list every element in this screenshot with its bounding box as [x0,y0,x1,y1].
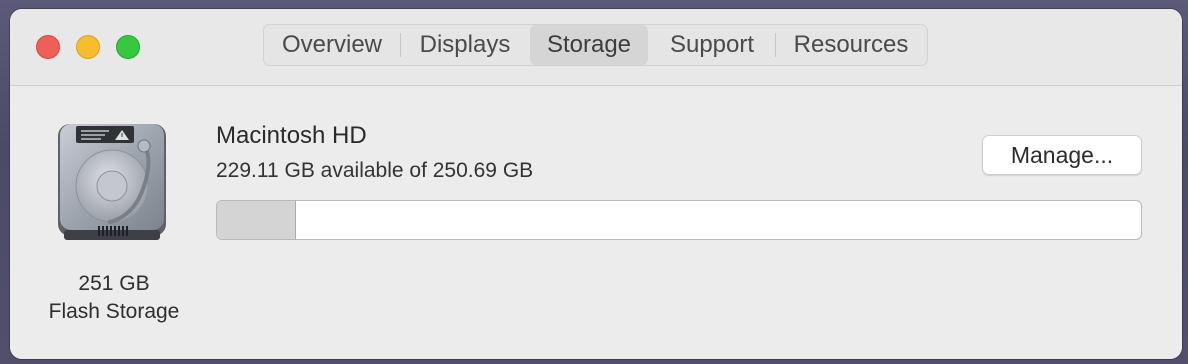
drive-type: Flash Storage [48,300,180,323]
drive-capacity: 251 GB [78,272,150,295]
about-this-mac-window: Overview Displays Storage Support Resour… [10,9,1182,359]
tab-overview[interactable]: Overview [264,25,400,65]
tab-support[interactable]: Support [649,25,775,65]
tab-resources[interactable]: Resources [776,25,926,65]
volume-name: Macintosh HD [216,122,367,149]
tab-bar: Overview Displays Storage Support Resour… [263,24,928,66]
zoom-button[interactable] [116,35,140,59]
titlebar: Overview Displays Storage Support Resour… [10,9,1182,86]
minimize-button[interactable] [76,35,100,59]
tab-storage[interactable]: Storage [530,25,648,65]
manage-button[interactable]: Manage... [982,135,1142,175]
volume-availability: 229.11 GB available of 250.69 GB [216,159,534,182]
close-button[interactable] [36,35,60,59]
used-storage-segment [217,201,297,239]
hard-drive-icon [58,124,166,240]
tab-displays[interactable]: Displays [401,25,529,65]
storage-panel: 251 GB Flash Storage Macintosh HD 229.11… [10,86,1182,359]
storage-usage-bar [216,200,1142,240]
